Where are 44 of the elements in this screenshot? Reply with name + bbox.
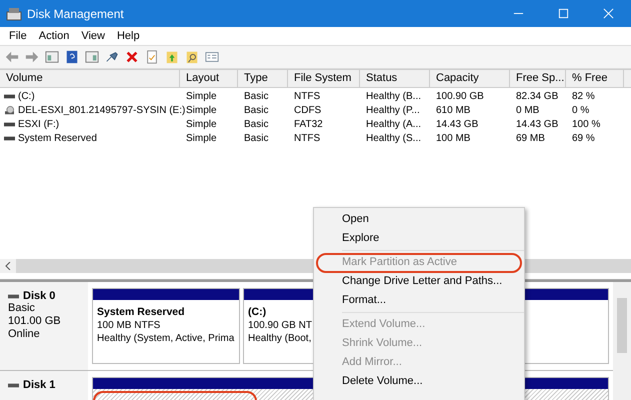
- table-cell: NTFS: [294, 90, 320, 102]
- table-cell: 100 MB: [436, 132, 470, 144]
- disk-info: 101.00 GB: [8, 315, 62, 328]
- table-cell: ESXI (F:): [18, 118, 60, 130]
- table-cell: 82.34 GB: [516, 90, 558, 102]
- table-cell: Simple: [186, 118, 217, 130]
- table-cell: 82 %: [572, 90, 595, 102]
- table-cell: Healthy (B...: [366, 90, 422, 102]
- table-cell: System Reserved: [18, 132, 97, 144]
- partition-name: System Reserved: [97, 305, 185, 319]
- table-cell: Basic: [244, 118, 268, 130]
- table-cell: 69 MB: [516, 132, 545, 144]
- table-cell: 0 MB: [516, 104, 540, 116]
- table-cell: 69 %: [572, 132, 595, 144]
- disk-name: Disk 1: [23, 379, 56, 391]
- disk-info: Basic: [8, 302, 36, 315]
- table-cell: Basic: [244, 90, 268, 102]
- table-cell: 610 MB: [436, 104, 470, 116]
- partition-name: (C:): [248, 305, 266, 319]
- table-cell: Healthy (A...: [366, 118, 422, 130]
- table-cell: 14.43 GB: [516, 118, 558, 130]
- disk-name: Disk 0: [23, 290, 56, 302]
- table-cell: Basic: [244, 132, 268, 144]
- partition-info: Healthy (Boot,: [248, 332, 312, 345]
- table-cell: FAT32: [294, 118, 323, 130]
- table-cell: Basic: [244, 104, 268, 116]
- partition-info: Healthy (System, Active, Prima: [97, 332, 234, 345]
- partition-info: 100 MB NTFS: [97, 319, 160, 332]
- window-title: Disk Management: [27, 6, 124, 20]
- table-cell: DEL-ESXI_801.21495797-SYSIN (E:): [18, 104, 186, 116]
- table-cell: CDFS: [294, 104, 322, 116]
- table-cell: NTFS: [294, 132, 320, 144]
- partition-info: 100.90 GB NT: [248, 319, 312, 332]
- table-cell: 0 %: [572, 104, 590, 116]
- table-cell: 100.90 GB: [436, 90, 484, 102]
- table-cell: Healthy (S...: [366, 132, 422, 144]
- table-cell: Simple: [186, 104, 217, 116]
- table-cell: Simple: [186, 90, 217, 102]
- table-cell: (C:): [18, 90, 35, 102]
- table-cell: 14.43 GB: [436, 118, 478, 130]
- table-cell: Simple: [186, 132, 217, 144]
- disk-info: Online: [8, 328, 41, 341]
- table-cell: Healthy (P...: [366, 104, 420, 116]
- table-cell: 100 %: [572, 118, 600, 130]
